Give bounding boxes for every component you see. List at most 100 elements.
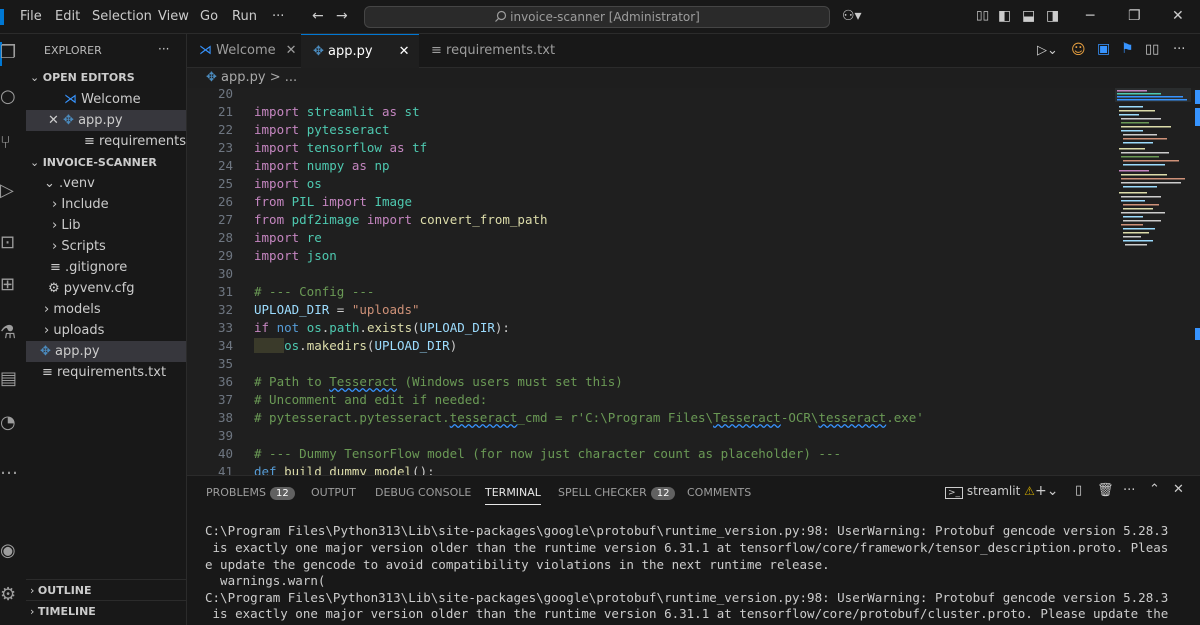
menu-selection[interactable]: Selection <box>92 9 152 24</box>
search-icon[interactable]: ○ <box>0 86 26 107</box>
menu-run[interactable]: Run <box>232 9 257 24</box>
code-line-32: UPLOAD_DIR = "uploads" <box>254 302 420 317</box>
tree-item-label: pyvenv.cfg <box>63 281 135 296</box>
menu-file[interactable]: File <box>20 9 42 24</box>
menu-more[interactable]: ··· <box>272 9 284 24</box>
minimap[interactable] <box>1115 88 1195 268</box>
remote-explorer-icon[interactable]: ⊡ <box>0 232 26 253</box>
code-line-25: import os <box>254 176 322 191</box>
code-line-24: import numpy as np <box>254 158 390 173</box>
explorer-more-icon[interactable]: ··· <box>158 42 169 56</box>
extension-icon[interactable]: ☺ <box>1071 42 1086 58</box>
panel-tab-debug-console[interactable]: DEBUG CONSOLE <box>375 486 471 499</box>
panel-tab-label: PROBLEMS <box>206 486 267 499</box>
customize-layout-icon[interactable]: ▯▯ <box>976 8 989 22</box>
scrollbar-decoration <box>1195 90 1200 104</box>
close-window-icon[interactable]: ✕ <box>1172 8 1184 24</box>
activity-bar: ❐ ○ ⑂ ▷ ⊡ ⊞ ⚗ ▤ ◔ … ◉ ⚙ <box>0 34 26 625</box>
vscode-logo-icon: ⋊ <box>64 92 82 107</box>
menu-go[interactable]: Go <box>200 9 218 24</box>
toggle-panel-icon[interactable]: ⬓ <box>1022 8 1035 24</box>
breadcrumb-path[interactable]: app.py > ... <box>221 70 297 85</box>
docker-icon[interactable]: ▤ <box>0 368 26 389</box>
terminal-line: e update the gencode to avoid compatibil… <box>205 557 830 572</box>
testing-icon[interactable]: ⚗ <box>0 322 26 343</box>
tab-welcome[interactable]: ⋊ Welcome ✕ <box>187 34 301 68</box>
panel-tab-output[interactable]: OUTPUT <box>311 486 356 499</box>
code-line-33: if not os.path.exists(UPLOAD_DIR): <box>254 320 510 335</box>
tree-item-lib[interactable]: › Lib <box>26 215 186 236</box>
manage-gear-icon[interactable]: ⚙ <box>0 584 26 605</box>
tree-item-label: Lib <box>61 218 81 233</box>
outline-header[interactable]: › OUTLINE <box>26 579 186 600</box>
close-panel-icon[interactable]: ✕ <box>1173 482 1184 497</box>
run-debug-icon[interactable]: ▷ <box>0 180 26 201</box>
tree-item-gitignore[interactable]: ≡ .gitignore <box>26 257 186 278</box>
timeline-icon[interactable]: ◔ <box>0 412 26 433</box>
preview-icon[interactable]: ▣ <box>1097 41 1110 57</box>
open-editor-welcome[interactable]: ⋊ Welcome <box>26 89 186 110</box>
tab-requirements[interactable]: ≡ requirements.txt <box>419 34 555 68</box>
new-terminal-icon[interactable]: +⌄ <box>1035 483 1058 499</box>
toggle-sidebar-icon[interactable]: ◧ <box>998 8 1011 24</box>
terminal-selector[interactable]: >_ streamlit ⚠ <box>945 484 1035 499</box>
code-line-41: def build_dummy_model(): <box>254 464 435 475</box>
copilot-icon[interactable]: ⚇▾ <box>842 8 862 24</box>
split-editor-icon[interactable]: ▯▯ <box>1145 42 1159 57</box>
open-editor-app-py[interactable]: ✕ ✥ app.py <box>26 110 186 131</box>
extensions-icon[interactable]: ⊞ <box>0 274 26 295</box>
menu-edit[interactable]: Edit <box>55 9 80 24</box>
maximize-panel-icon[interactable]: ⌃ <box>1149 482 1160 497</box>
panel-tab-spell-checker[interactable]: SPELL CHECKER 12 <box>558 486 676 500</box>
open-editor-requirements[interactable]: ≡ requirements.txt <box>26 131 208 152</box>
project-header[interactable]: ⌄ INVOICE-SCANNER <box>26 152 186 173</box>
restore-icon[interactable]: ❐ <box>1128 8 1141 24</box>
trash-icon[interactable]: 🗑 <box>1097 483 1114 498</box>
line-number: 31 <box>217 284 233 299</box>
more-views-icon[interactable]: … <box>0 458 26 479</box>
back-arrow-icon[interactable]: ← <box>312 8 324 24</box>
accounts-icon[interactable]: ◉ <box>0 540 26 561</box>
close-icon[interactable]: ✕ <box>399 44 410 59</box>
chevron-right-icon: › <box>30 605 38 618</box>
close-icon[interactable]: ✕ <box>48 113 63 128</box>
flag-icon[interactable]: ⚑ <box>1121 41 1134 57</box>
source-control-icon[interactable]: ⑂ <box>0 132 26 153</box>
tree-item-venv[interactable]: ⌄ .venv <box>26 173 186 194</box>
split-terminal-icon[interactable]: ▯ <box>1075 483 1082 498</box>
tab-app-py[interactable]: ✥ app.py ✕ <box>301 34 419 68</box>
tree-item-scripts[interactable]: › Scripts <box>26 236 186 257</box>
command-center-search[interactable]: invoice-scanner [Administrator] <box>364 6 830 28</box>
tree-item-uploads[interactable]: › uploads <box>26 320 186 341</box>
tree-item-pyvenv[interactable]: ⚙ pyvenv.cfg <box>26 278 186 299</box>
line-number: 29 <box>217 248 233 263</box>
editor-more-icon[interactable]: ··· <box>1173 42 1185 57</box>
line-number: 36 <box>217 374 233 389</box>
tab-label: Welcome <box>216 43 276 58</box>
tree-item-models[interactable]: › models <box>26 299 186 320</box>
forward-arrow-icon[interactable]: → <box>336 8 348 24</box>
text-file-icon: ≡ <box>431 43 447 58</box>
chevron-right-icon: › <box>30 584 38 597</box>
code-line-21: import streamlit as st <box>254 104 420 119</box>
panel-more-icon[interactable]: ··· <box>1123 483 1135 498</box>
terminal-name: streamlit <box>966 484 1021 498</box>
tree-item-requirements[interactable]: ≡ requirements.txt <box>26 362 186 383</box>
run-python-icon[interactable]: ▷⌄ <box>1037 43 1058 58</box>
panel-tab-comments[interactable]: COMMENTS <box>687 486 751 499</box>
panel-tab-problems[interactable]: PROBLEMS 12 <box>206 486 295 500</box>
timeline-header[interactable]: › TIMELINE <box>26 600 186 621</box>
code-editor[interactable]: 20 21 22 23 24 25 26 27 28 29 30 31 32 33 34 35 36 37 38 39… <box>187 88 1200 475</box>
tree-item-include[interactable]: › Include <box>26 194 186 215</box>
panel-tab-terminal[interactable]: TERMINAL <box>485 486 541 505</box>
line-number: 23 <box>217 140 233 155</box>
tree-item-app-py[interactable]: ✥ app.py <box>26 341 186 362</box>
warning-icon: ⚠ <box>1024 484 1035 498</box>
close-icon[interactable]: ✕ <box>286 43 297 58</box>
minimize-icon[interactable]: ─ <box>1086 8 1094 24</box>
explorer-icon[interactable]: ❐ <box>0 42 26 63</box>
code-line-37: # Uncomment and edit if needed: <box>254 392 488 407</box>
menu-view[interactable]: View <box>158 9 189 24</box>
open-editors-header[interactable]: ⌄ OPEN EDITORS <box>26 67 186 88</box>
toggle-secondary-sidebar-icon[interactable]: ◨ <box>1046 8 1059 24</box>
